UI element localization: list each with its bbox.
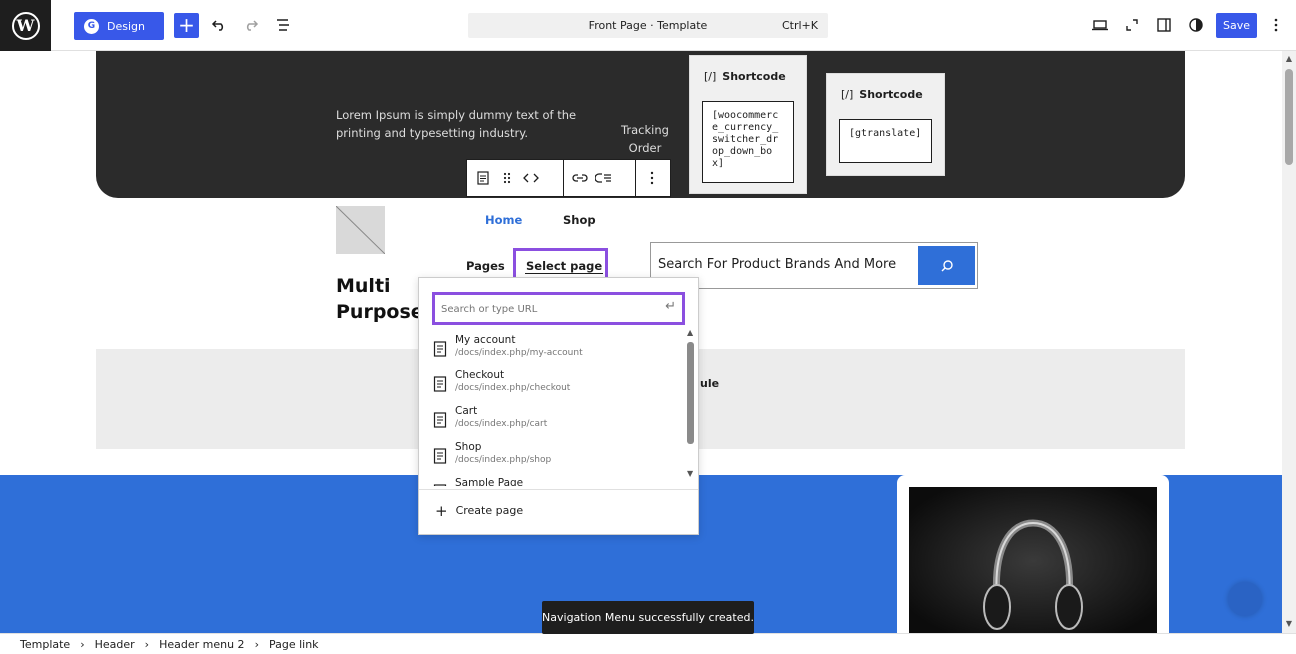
create-page-label: Create page bbox=[455, 504, 524, 517]
chat-widget-button[interactable] bbox=[1228, 582, 1262, 616]
shortcode-textarea[interactable]: [gtranslate] bbox=[839, 119, 932, 163]
shortcode-textarea[interactable]: [woocommerce_currency_switcher_drop_down… bbox=[702, 101, 794, 183]
header-tagline[interactable]: Lorem Ipsum is simply dummy text of the … bbox=[336, 106, 600, 142]
fullscreen-icon[interactable] bbox=[1120, 13, 1144, 37]
suggestions-scrollbar-thumb[interactable] bbox=[687, 342, 694, 444]
suggestion-title: Cart bbox=[455, 405, 478, 417]
block-options-icon[interactable] bbox=[640, 166, 664, 190]
section-heading-fragment: ule bbox=[700, 377, 720, 390]
page-icon bbox=[433, 412, 447, 428]
breadcrumb-item-page-link[interactable]: Page link bbox=[269, 638, 319, 651]
tracking-order-link[interactable]: Tracking Order bbox=[616, 121, 674, 157]
chevron-right-icon: › bbox=[254, 637, 259, 651]
product-card[interactable] bbox=[897, 475, 1169, 633]
submit-enter-icon[interactable]: ↵ bbox=[665, 299, 676, 314]
styles-icon[interactable] bbox=[1184, 13, 1208, 37]
move-left-right-icon[interactable] bbox=[519, 166, 543, 190]
scroll-up-arrow-icon[interactable]: ▲ bbox=[687, 328, 693, 337]
suggestion-title: Sample Page bbox=[455, 477, 524, 486]
plus-icon: + bbox=[435, 501, 448, 520]
nav-item-shop[interactable]: Shop bbox=[563, 213, 596, 227]
suggestion-item[interactable]: Checkout/docs/index.php/checkout bbox=[433, 369, 683, 403]
page-icon bbox=[433, 448, 447, 464]
design-label: Design bbox=[107, 19, 145, 33]
search-icon bbox=[941, 259, 953, 271]
page-icon bbox=[433, 376, 447, 392]
add-submenu-icon[interactable] bbox=[592, 166, 616, 190]
scroll-down-arrow-icon[interactable]: ▼ bbox=[687, 469, 693, 478]
settings-sidebar-icon[interactable] bbox=[1152, 13, 1176, 37]
shortcode-title: [/] Shortcode bbox=[841, 88, 923, 101]
suggestion-item[interactable]: My account/docs/index.php/my-account bbox=[433, 334, 683, 368]
suggestion-title: My account bbox=[455, 334, 516, 346]
device-preview-icon[interactable] bbox=[1088, 13, 1112, 37]
shortcode-block-gtranslate[interactable]: [/] Shortcode [gtranslate] bbox=[826, 73, 945, 176]
design-button[interactable]: G Design bbox=[74, 12, 164, 40]
scroll-down-arrow-icon[interactable]: ▼ bbox=[1285, 620, 1293, 628]
link-search-field[interactable]: ↵ bbox=[432, 292, 685, 325]
page-icon bbox=[433, 341, 447, 357]
suggestions-scrollbar[interactable]: ▲ ▼ bbox=[686, 328, 696, 480]
shortcode-title: [/] Shortcode bbox=[704, 70, 786, 83]
command-palette-bar[interactable]: Front Page · Template Ctrl+K bbox=[468, 13, 828, 38]
popover-divider bbox=[419, 489, 698, 490]
block-toolbar bbox=[466, 159, 671, 197]
breadcrumb-item-template[interactable]: Template bbox=[20, 638, 70, 651]
page-link-icon[interactable] bbox=[471, 166, 495, 190]
suggestion-item[interactable]: Sample Page bbox=[433, 477, 683, 486]
scrollbar-thumb[interactable] bbox=[1285, 69, 1293, 165]
document-overview-icon[interactable] bbox=[271, 13, 295, 37]
save-button[interactable]: Save bbox=[1216, 13, 1257, 38]
nav-item-home[interactable]: Home bbox=[485, 213, 522, 227]
breadcrumb-item-header-menu[interactable]: Header menu 2 bbox=[159, 638, 244, 651]
shortcode-icon: [/] bbox=[704, 70, 717, 83]
suggestion-url: /docs/index.php/shop bbox=[455, 455, 552, 465]
search-placeholder-text[interactable]: Search For Product Brands And More bbox=[658, 257, 896, 272]
design-g-icon: G bbox=[84, 18, 99, 34]
chevron-right-icon: › bbox=[80, 637, 85, 651]
template-title: Front Page · Template bbox=[588, 19, 708, 32]
product-search-block[interactable]: Search For Product Brands And More bbox=[650, 242, 978, 289]
snackbar-notice[interactable]: Navigation Menu successfully created. bbox=[542, 601, 754, 634]
link-control-popover: ↵ My account/docs/index.php/my-account C… bbox=[418, 277, 699, 535]
suggestion-title: Shop bbox=[455, 441, 482, 453]
suggestion-url: /docs/index.php/cart bbox=[455, 419, 548, 429]
chevron-right-icon: › bbox=[144, 637, 150, 651]
wordpress-logo-button[interactable]: W bbox=[0, 0, 51, 51]
drag-handle-icon[interactable] bbox=[495, 166, 519, 190]
breadcrumb-item-header[interactable]: Header bbox=[95, 638, 135, 651]
scroll-up-arrow-icon[interactable]: ▲ bbox=[1285, 55, 1293, 63]
redo-icon[interactable] bbox=[239, 13, 263, 37]
block-breadcrumb: Template › Header › Header menu 2 › Page… bbox=[0, 633, 1296, 654]
select-page-label: Select page bbox=[525, 259, 604, 274]
site-title[interactable]: Multi Purpose bbox=[336, 273, 426, 325]
link-suggestions-list: My account/docs/index.php/my-account Che… bbox=[419, 334, 687, 486]
suggestion-url: /docs/index.php/my-account bbox=[455, 348, 583, 358]
command-shortcut: Ctrl+K bbox=[781, 19, 818, 32]
page-icon bbox=[433, 484, 447, 486]
suggestion-item[interactable]: Shop/docs/index.php/shop bbox=[433, 441, 683, 475]
create-page-button[interactable]: + Create page bbox=[435, 501, 524, 520]
shortcode-block-currency[interactable]: [/] Shortcode [woocommerce_currency_switc… bbox=[689, 55, 807, 194]
search-button[interactable] bbox=[918, 246, 975, 285]
canvas-scrollbar[interactable]: ▲ ▼ bbox=[1282, 51, 1296, 633]
wordpress-icon: W bbox=[11, 11, 40, 40]
suggestion-title: Checkout bbox=[455, 369, 505, 381]
shortcode-icon: [/] bbox=[841, 88, 854, 101]
suggestion-item[interactable]: Cart/docs/index.php/cart bbox=[433, 405, 683, 439]
editor-topbar: W G Design + Front Page · Template Ctrl+… bbox=[0, 0, 1296, 51]
nav-item-pages[interactable]: Pages bbox=[466, 259, 505, 273]
undo-icon[interactable] bbox=[207, 13, 231, 37]
suggestion-url: /docs/index.php/checkout bbox=[455, 383, 571, 393]
options-menu-icon[interactable] bbox=[1264, 13, 1288, 37]
link-icon[interactable] bbox=[568, 166, 592, 190]
site-logo-placeholder[interactable] bbox=[336, 206, 385, 254]
headphones-image[interactable] bbox=[909, 487, 1157, 633]
link-search-input[interactable] bbox=[441, 300, 651, 318]
add-block-button[interactable]: + bbox=[174, 13, 199, 38]
